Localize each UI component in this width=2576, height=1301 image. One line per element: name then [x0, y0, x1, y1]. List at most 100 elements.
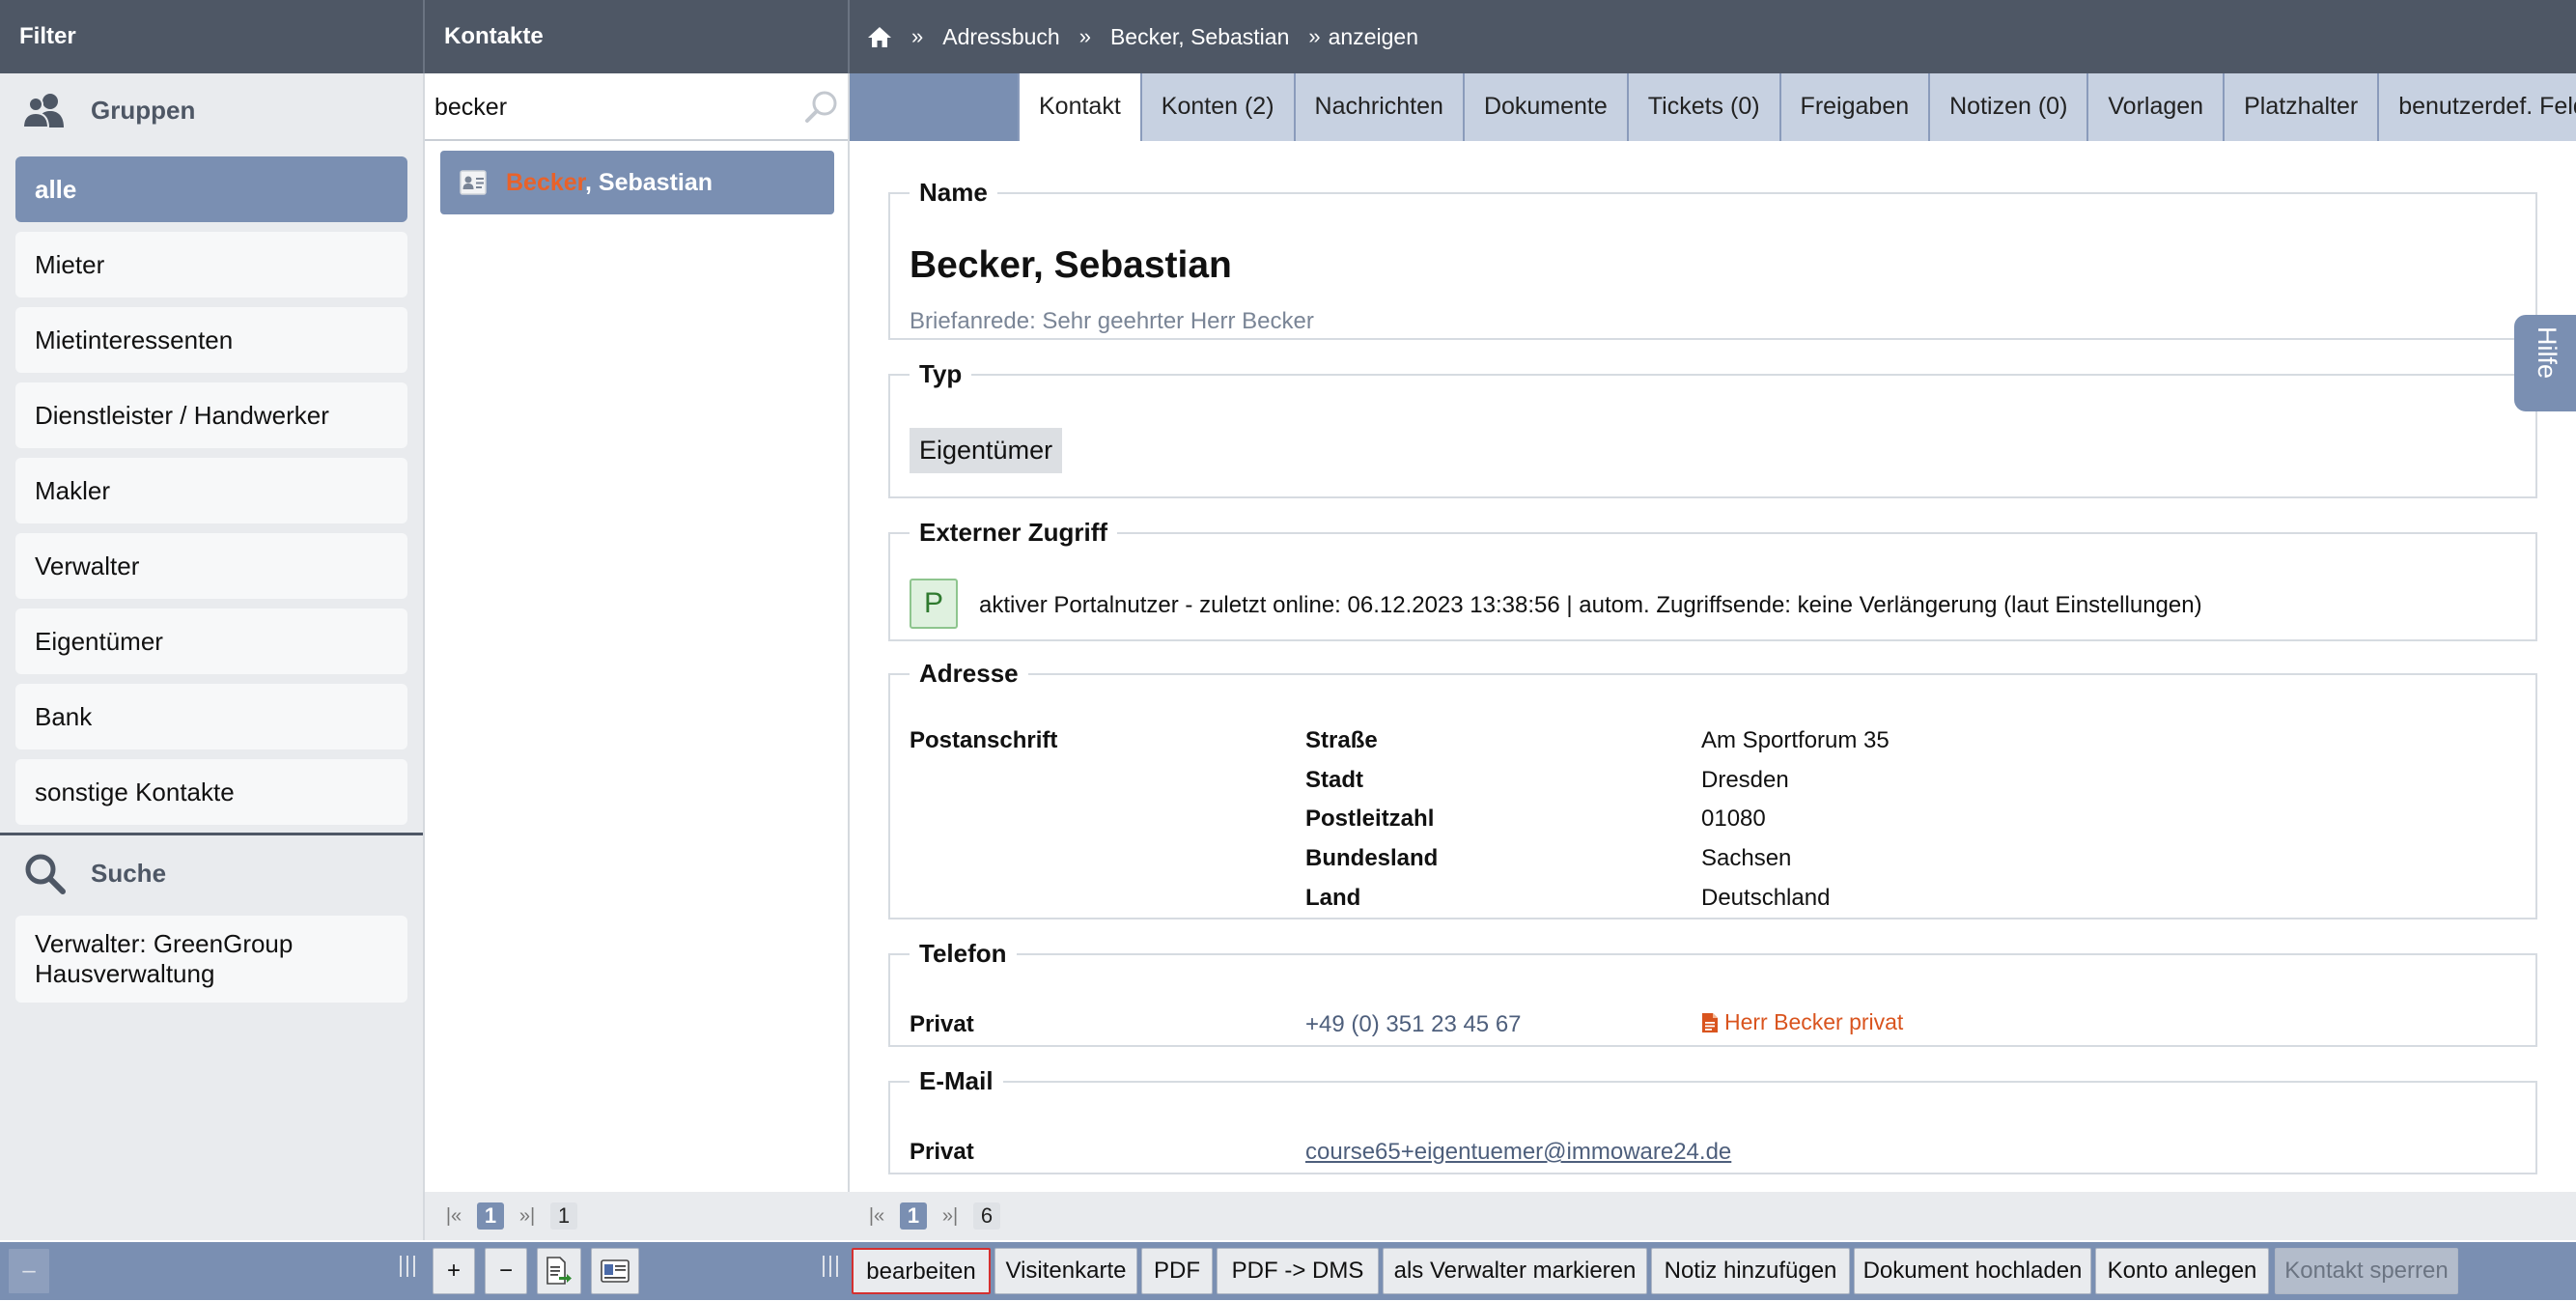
pager-strip: [425, 1192, 2576, 1240]
address-label-strasse: Straße: [1305, 727, 1378, 753]
group-item-makler[interactable]: Makler: [15, 458, 407, 523]
address-value-strasse: Am Sportforum 35: [1701, 727, 1890, 753]
detail-tabs: Kontakt Konten (2) Nachrichten Dokumente…: [1018, 73, 2576, 141]
saved-search-item[interactable]: Verwalter: GreenGroup Hausverwaltung: [15, 916, 407, 1003]
salutation: Briefanrede: Sehr geehrter Herr Becker: [910, 308, 1314, 334]
pager-last[interactable]: »|: [514, 1202, 541, 1230]
contact-list-item[interactable]: Becker, Sebastian: [440, 151, 834, 214]
group-item-alle[interactable]: alle: [15, 156, 407, 222]
help-tab[interactable]: Hilfe: [2514, 315, 2576, 411]
pager-first[interactable]: |«: [863, 1202, 890, 1230]
group-item-eigentuemer[interactable]: Eigentümer: [15, 608, 407, 674]
tab-freigaben[interactable]: Freigaben: [1778, 73, 1929, 141]
resize-handle[interactable]: [400, 1256, 415, 1277]
breadcrumb-current: anzeigen: [1328, 24, 1418, 49]
vcard-button[interactable]: [591, 1248, 639, 1294]
group-item-mietinteressenten[interactable]: Mietinteressenten: [15, 307, 407, 373]
groups-header: Gruppen: [0, 73, 423, 147]
tab-dokumente[interactable]: Dokumente: [1462, 73, 1627, 141]
export-document-icon: [546, 1257, 572, 1285]
external-access-legend: Externer Zugriff: [919, 518, 1108, 547]
groups-title: Gruppen: [91, 95, 196, 125]
contact-list-name-rest: , Sebastian: [585, 168, 714, 196]
search-match: Becker: [506, 168, 586, 196]
contact-search-input[interactable]: [433, 83, 780, 131]
address-value-bundesland: Sachsen: [1701, 845, 1792, 871]
address-value-plz: 01080: [1701, 806, 1766, 832]
vcard-export-button[interactable]: Visitenkarte: [994, 1248, 1137, 1294]
group-item-dienstleister[interactable]: Dienstleister / Handwerker: [15, 382, 407, 448]
contacts-pager: |« 1 »| 1: [440, 1192, 577, 1240]
pager-count: 1: [550, 1202, 577, 1230]
group-item-bank[interactable]: Bank: [15, 684, 407, 749]
pager-last[interactable]: »|: [937, 1202, 964, 1230]
phone-note-link[interactable]: Herr Becker privat: [1701, 1009, 1903, 1035]
group-item-mieter[interactable]: Mieter: [15, 232, 407, 297]
block-contact-button[interactable]: Kontakt sperren: [2275, 1248, 2458, 1294]
tab-vorlagen[interactable]: Vorlagen: [2086, 73, 2224, 141]
pager-count: 6: [973, 1202, 1000, 1230]
contact-card-icon: [601, 1259, 630, 1283]
pager-current-page[interactable]: 1: [900, 1202, 927, 1230]
search-title: Suche: [91, 858, 167, 888]
edit-button[interactable]: bearbeiten: [852, 1248, 991, 1294]
tab-platzhalter[interactable]: Platzhalter: [2223, 73, 2378, 141]
mark-as-manager-button[interactable]: als Verwalter markieren: [1383, 1248, 1647, 1294]
contact-search: [425, 73, 848, 141]
detail-pager: |« 1 »| 6: [863, 1192, 1000, 1240]
upload-document-button[interactable]: Dokument hochladen: [1854, 1248, 2091, 1294]
add-note-button[interactable]: Notiz hinzufügen: [1651, 1248, 1850, 1294]
pdf-to-dms-button[interactable]: PDF -> DMS: [1217, 1248, 1379, 1294]
resize-handle[interactable]: [823, 1256, 838, 1277]
address-section: Adresse Postanschrift Straße Am Sportfor…: [888, 659, 2537, 919]
contact-detail: Name Becker, Sebastian Briefanrede: Sehr…: [850, 141, 2576, 1192]
section-divider: [0, 833, 423, 835]
breadcrumb-separator: »: [1308, 24, 1321, 48]
external-access-section: Externer Zugriff P aktiver Portalnutzer …: [888, 518, 2537, 641]
collapse-button[interactable]: –: [8, 1248, 50, 1294]
home-icon[interactable]: [867, 25, 892, 48]
email-kind: Privat: [910, 1139, 974, 1165]
portal-user-badge: P: [910, 579, 958, 629]
phone-legend: Telefon: [919, 939, 1007, 968]
group-item-verwalter[interactable]: Verwalter: [15, 533, 407, 599]
filter-panel: Gruppen alle Mieter Mietinteressenten Di…: [0, 73, 423, 1240]
tab-konten[interactable]: Konten (2): [1139, 73, 1294, 141]
phone-number[interactable]: +49 (0) 351 23 45 67: [1305, 1011, 1522, 1038]
breadcrumb-separator: »: [911, 24, 924, 48]
contact-list-name: Becker, Sebastian: [506, 169, 713, 197]
create-account-button[interactable]: Konto anlegen: [2095, 1248, 2269, 1294]
tab-nachrichten[interactable]: Nachrichten: [1293, 73, 1463, 141]
contact-card-icon: [460, 170, 487, 195]
breadcrumb-contact[interactable]: Becker, Sebastian: [1110, 0, 1289, 74]
add-contact-button[interactable]: +: [433, 1248, 475, 1294]
search-icon: [25, 854, 66, 894]
pager-current-page[interactable]: 1: [477, 1202, 504, 1230]
breadcrumb: » Adressbuch » Becker, Sebastian » anzei…: [867, 0, 1418, 73]
tab-benutzerdef-felder[interactable]: benutzerdef. Felder: [2377, 73, 2576, 141]
address-label-land: Land: [1305, 885, 1361, 911]
address-label-plz: Postleitzahl: [1305, 806, 1435, 832]
users-icon: [21, 94, 64, 128]
breadcrumb-separator: »: [1078, 24, 1091, 48]
filter-title: Filter: [19, 23, 76, 49]
pager-first[interactable]: |«: [440, 1202, 467, 1230]
help-tab-label: Hilfe: [2533, 326, 2562, 380]
tab-tickets[interactable]: Tickets (0): [1626, 73, 1779, 141]
email-link[interactable]: course65+eigentuemer@immoware24.de: [1305, 1139, 1731, 1166]
header-divider: [848, 0, 850, 73]
type-legend: Typ: [919, 359, 963, 388]
breadcrumb-adressbuch[interactable]: Adressbuch: [942, 0, 1059, 74]
type-section: Typ Eigentümer: [888, 359, 2537, 498]
tab-kontakt[interactable]: Kontakt: [1018, 73, 1140, 141]
pdf-button[interactable]: PDF: [1141, 1248, 1213, 1294]
phone-note-text: Herr Becker privat: [1724, 1009, 1904, 1034]
top-bar: Filter Kontakte » Adressbuch » Becker, S…: [0, 0, 2576, 73]
phone-kind: Privat: [910, 1011, 974, 1037]
search-icon[interactable]: [803, 89, 840, 126]
group-item-sonstige[interactable]: sonstige Kontakte: [15, 759, 407, 825]
tab-notizen[interactable]: Notizen (0): [1928, 73, 2087, 141]
export-button[interactable]: [537, 1248, 581, 1294]
document-icon: [1702, 1012, 1718, 1032]
remove-contact-button[interactable]: −: [485, 1248, 527, 1294]
